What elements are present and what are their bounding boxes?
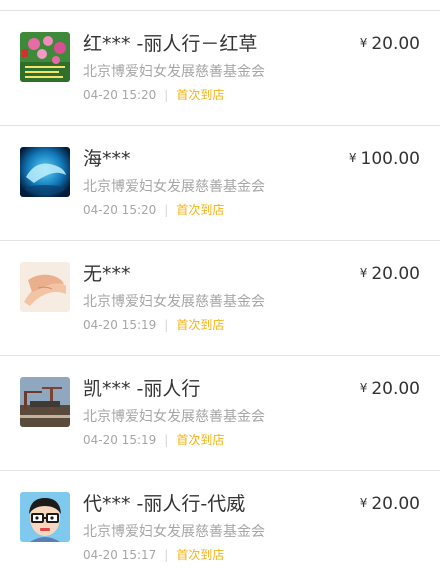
- amount-value: 20.00: [371, 494, 420, 514]
- donation-row[interactable]: 代*** -丽人行-代威 北京博爱妇女发展慈善基金会 04-20 15:17 | 首…: [0, 471, 440, 571]
- first-visit-tag: 首次到店: [176, 548, 225, 562]
- pink-flowers-icon: [20, 32, 70, 82]
- donor-name: 红*** -丽人行－红草: [83, 33, 258, 55]
- donation-amount: ¥100.00: [349, 146, 420, 171]
- industrial-port-icon: [20, 377, 70, 427]
- donation-list: 红*** -丽人行－红草 北京博爱妇女发展慈善基金会 04-20 15:20 | 首…: [0, 0, 440, 571]
- donation-row[interactable]: 凯*** -丽人行 北京博爱妇女发展慈善基金会 04-20 15:19 | 首次到店…: [0, 356, 440, 471]
- currency-symbol: ¥: [359, 36, 368, 50]
- amount-value: 20.00: [371, 379, 420, 399]
- meta-separator: |: [164, 318, 169, 332]
- donation-meta: 04-20 15:20 | 首次到店: [83, 201, 224, 219]
- donation-time: 04-20 15:19: [83, 433, 157, 447]
- meta-separator: |: [164, 548, 169, 562]
- donation-row[interactable]: 红*** -丽人行－红草 北京博爱妇女发展慈善基金会 04-20 15:20 | 首…: [0, 11, 440, 126]
- first-visit-tag: 首次到店: [176, 318, 225, 332]
- avatar: [20, 147, 70, 197]
- organization-name: 北京博爱妇女发展慈善基金会: [83, 64, 265, 80]
- donor-name: 凯*** -丽人行: [83, 378, 201, 400]
- donation-meta: 04-20 15:19 | 首次到店: [83, 431, 224, 449]
- donation-amount: ¥20.00: [360, 376, 420, 401]
- avatar: [20, 32, 70, 82]
- currency-symbol: ¥: [359, 266, 368, 280]
- currency-symbol: ¥: [359, 381, 368, 395]
- donation-time: 04-20 15:20: [83, 88, 157, 102]
- meta-separator: |: [164, 203, 169, 217]
- amount-value: 20.00: [371, 34, 420, 54]
- avatar: [20, 377, 70, 427]
- amount-value: 20.00: [371, 264, 420, 284]
- currency-symbol: ¥: [348, 151, 357, 165]
- dolphin-icon: [20, 147, 70, 197]
- donation-meta: 04-20 15:17 | 首次到店: [83, 546, 224, 564]
- avatar: [20, 492, 70, 542]
- meta-separator: |: [164, 88, 169, 102]
- donation-time: 04-20 15:17: [83, 548, 157, 562]
- avatar: [20, 262, 70, 312]
- donation-amount: ¥20.00: [360, 491, 420, 516]
- donor-name: 海***: [83, 148, 131, 170]
- donation-amount: ¥20.00: [360, 31, 420, 56]
- donation-meta: 04-20 15:20 | 首次到店: [83, 86, 224, 104]
- donation-meta: 04-20 15:19 | 首次到店: [83, 316, 224, 334]
- first-visit-tag: 首次到店: [176, 433, 225, 447]
- meta-separator: |: [164, 433, 169, 447]
- organization-name: 北京博爱妇女发展慈善基金会: [83, 294, 265, 310]
- holding-hands-icon: [20, 262, 70, 312]
- donation-amount: ¥20.00: [360, 261, 420, 286]
- donation-row[interactable]: 无*** 北京博爱妇女发展慈善基金会 04-20 15:19 | 首次到店 ¥20.…: [0, 241, 440, 356]
- currency-symbol: ¥: [359, 496, 368, 510]
- amount-value: 100.00: [360, 149, 420, 169]
- donation-time: 04-20 15:20: [83, 203, 157, 217]
- donation-row[interactable]: 海*** 北京博爱妇女发展慈善基金会 04-20 15:20 | 首次到店 ¥100…: [0, 126, 440, 241]
- first-visit-tag: 首次到店: [176, 88, 225, 102]
- donation-time: 04-20 15:19: [83, 318, 157, 332]
- donor-name: 无***: [83, 263, 131, 285]
- organization-name: 北京博爱妇女发展慈善基金会: [83, 409, 265, 425]
- donor-name: 代*** -丽人行-代威: [83, 493, 246, 515]
- organization-name: 北京博爱妇女发展慈善基金会: [83, 524, 265, 540]
- first-visit-tag: 首次到店: [176, 203, 225, 217]
- organization-name: 北京博爱妇女发展慈善基金会: [83, 179, 265, 195]
- cartoon-face-icon: [20, 492, 70, 542]
